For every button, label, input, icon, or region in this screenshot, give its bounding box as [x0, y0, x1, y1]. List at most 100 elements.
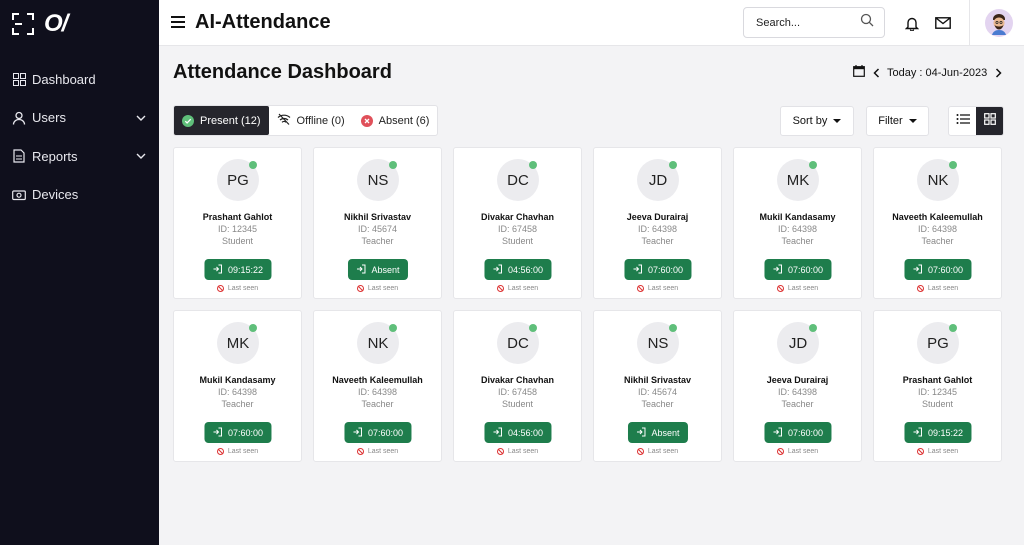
sidebar-item-label: Devices — [32, 187, 79, 203]
person-id: ID: 64398 — [637, 224, 678, 234]
online-status-dot — [389, 324, 397, 332]
sidebar-item-users[interactable]: Users — [0, 99, 159, 138]
sidebar-item-reports[interactable]: Reports — [0, 137, 159, 176]
check-in-button[interactable]: 04:56:00 — [483, 259, 552, 280]
calendar-icon[interactable] — [853, 65, 865, 80]
no-sign-icon — [636, 448, 644, 455]
online-status-dot — [529, 324, 537, 332]
sidebar-item-dashboard[interactable]: Dashboard — [0, 60, 159, 99]
search-input[interactable] — [756, 16, 860, 29]
attendance-card[interactable]: NS Nikhil Srivastav ID: 45674 Teacher Ab… — [593, 310, 722, 462]
search-box[interactable] — [743, 7, 885, 38]
date-navigator: Today : 04-Jun-2023 — [853, 65, 1003, 80]
no-sign-icon — [916, 448, 924, 455]
check-in-button[interactable]: 07:60:00 — [903, 259, 972, 280]
check-in-button[interactable]: 09:15:22 — [203, 259, 272, 280]
report-icon — [12, 149, 26, 163]
scan-frame-icon — [12, 13, 34, 35]
check-in-time: 07:60:00 — [367, 427, 404, 438]
person-id: ID: 67458 — [497, 224, 538, 234]
attendance-card[interactable]: DC Divakar Chavhan ID: 67458 Student 04:… — [453, 147, 582, 299]
chevron-right-icon[interactable] — [993, 66, 1003, 80]
person-name: Mukil Kandasamy — [759, 212, 836, 222]
check-in-button[interactable]: 09:15:22 — [903, 422, 972, 443]
check-in-button[interactable]: 07:60:00 — [763, 259, 832, 280]
person-id: ID: 64398 — [357, 387, 398, 397]
user-icon — [12, 111, 26, 125]
view-toggle — [948, 106, 1004, 136]
check-in-time: 07:60:00 — [647, 264, 684, 275]
sort-by-button[interactable]: Sort by — [780, 106, 854, 136]
attendance-grid: PG Prashant Gahlot ID: 12345 Student 09:… — [173, 147, 1004, 462]
attendance-card[interactable]: JD Jeeva Durairaj ID: 64398 Teacher 07:6… — [733, 310, 862, 462]
login-icon — [212, 264, 222, 276]
attendance-card[interactable]: NK Naveeth Kaleemullah ID: 64398 Teacher… — [873, 147, 1002, 299]
login-icon — [212, 427, 222, 439]
attendance-card[interactable]: MK Mukil Kandasamy ID: 64398 Teacher 07:… — [733, 147, 862, 299]
last-seen-label: Last seen — [927, 448, 959, 455]
last-seen: Last seen — [314, 448, 441, 455]
person-name: Mukil Kandasamy — [199, 375, 276, 385]
sidebar-nav: Dashboard Users Reports Devices — [0, 60, 159, 214]
login-icon — [912, 264, 922, 276]
bell-icon[interactable] — [903, 14, 921, 32]
last-seen: Last seen — [734, 448, 861, 455]
person-name: Divakar Chavhan — [480, 375, 555, 385]
no-sign-icon — [216, 285, 224, 292]
login-icon — [772, 264, 782, 276]
attendance-card[interactable]: PG Prashant Gahlot ID: 12345 Student 09:… — [173, 147, 302, 299]
check-in-button[interactable]: Absent — [627, 422, 688, 443]
person-id: ID: 12345 — [217, 224, 258, 234]
search-icon[interactable] — [860, 13, 874, 32]
person-role: Student — [921, 399, 954, 409]
last-seen-label: Last seen — [647, 448, 679, 455]
tab-absent[interactable]: Absent (6) — [353, 106, 438, 135]
person-name: Jeeva Durairaj — [766, 375, 829, 385]
person-name: Nikhil Srivastav — [343, 212, 412, 222]
check-in-button[interactable]: 07:60:00 — [763, 422, 832, 443]
person-role: Teacher — [781, 399, 814, 409]
attendance-card[interactable]: NK Naveeth Kaleemullah ID: 64398 Teacher… — [313, 310, 442, 462]
sort-by-label: Sort by — [792, 115, 828, 127]
user-avatar[interactable] — [985, 9, 1013, 37]
check-in-button[interactable]: 07:60:00 — [203, 422, 272, 443]
check-in-button[interactable]: Absent — [347, 259, 408, 280]
mail-icon[interactable] — [934, 14, 952, 32]
attendance-card[interactable]: MK Mukil Kandasamy ID: 64398 Teacher 07:… — [173, 310, 302, 462]
x-circle-icon — [360, 114, 373, 127]
person-id: ID: 64398 — [777, 387, 818, 397]
person-role: Teacher — [361, 399, 394, 409]
tab-label: Present (12) — [200, 114, 261, 127]
check-in-button[interactable]: 07:60:00 — [343, 422, 412, 443]
filter-button[interactable]: Filter — [866, 106, 929, 136]
sidebar-item-devices[interactable]: Devices — [0, 176, 159, 215]
menu-icon[interactable] — [171, 16, 185, 28]
check-in-button[interactable]: 04:56:00 — [483, 422, 552, 443]
top-bar: AI-Attendance — [159, 0, 1024, 46]
no-sign-icon — [496, 285, 504, 292]
login-icon — [355, 264, 365, 276]
list-view-button[interactable] — [949, 107, 976, 135]
app-logo[interactable]: O/ — [12, 10, 68, 37]
person-role: Teacher — [921, 236, 954, 246]
no-sign-icon — [496, 448, 504, 455]
attendance-card[interactable]: NS Nikhil Srivastav ID: 45674 Teacher Ab… — [313, 147, 442, 299]
online-status-dot — [949, 161, 957, 169]
check-in-button[interactable]: 07:60:00 — [623, 259, 692, 280]
login-icon — [632, 264, 642, 276]
attendance-card[interactable]: DC Divakar Chavhan ID: 67458 Student 04:… — [453, 310, 582, 462]
person-id: ID: 64398 — [217, 387, 258, 397]
online-status-dot — [249, 161, 257, 169]
attendance-card[interactable]: JD Jeeva Durairaj ID: 64398 Teacher 07:6… — [593, 147, 722, 299]
no-sign-icon — [916, 285, 924, 292]
last-seen-label: Last seen — [507, 285, 539, 292]
check-in-time: 04:56:00 — [507, 427, 544, 438]
last-seen-label: Last seen — [787, 285, 819, 292]
grid-view-button[interactable] — [976, 107, 1003, 135]
tab-present[interactable]: Present (12) — [174, 106, 269, 135]
tab-offline[interactable]: Offline (0) — [269, 106, 353, 135]
list-icon — [956, 112, 970, 130]
chevron-left-icon[interactable] — [871, 66, 881, 80]
attendance-card[interactable]: PG Prashant Gahlot ID: 12345 Student 09:… — [873, 310, 1002, 462]
app-title: AI-Attendance — [195, 11, 331, 33]
